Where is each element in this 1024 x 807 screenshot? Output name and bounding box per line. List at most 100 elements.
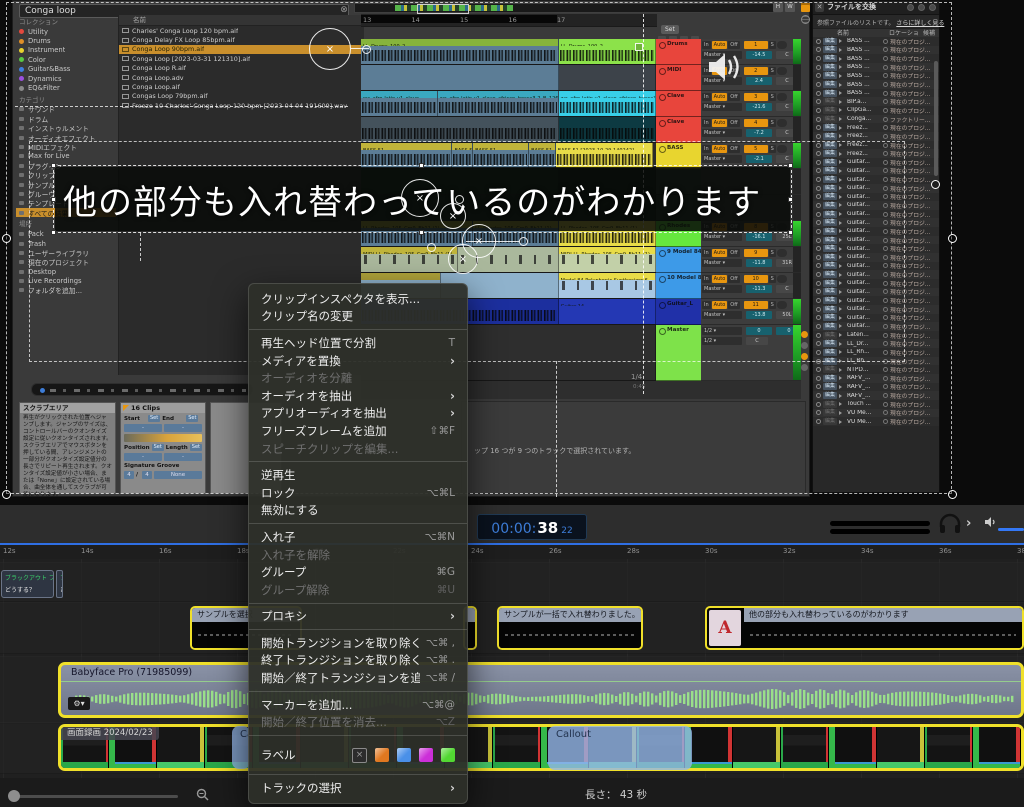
menu-shortcut: ⌘G bbox=[436, 566, 455, 578]
video-thumbnail bbox=[157, 727, 205, 768]
menu-item[interactable]: 開始トランジションを取り除く⌥⌘ , bbox=[249, 634, 467, 652]
label-swatches bbox=[352, 748, 455, 763]
menu-item[interactable]: 入れ子⌥⌘N bbox=[249, 528, 467, 546]
meter-bar bbox=[830, 521, 930, 526]
menu-item: 入れ子を解除 bbox=[249, 546, 467, 564]
caption-clip-fragment[interactable]: フ ど bbox=[56, 570, 63, 598]
clip-title: ブラックアウト フ bbox=[2, 571, 53, 582]
label-color-swatch[interactable] bbox=[441, 748, 455, 762]
menu-item[interactable]: メディアを置換 bbox=[249, 352, 467, 370]
resize-handle[interactable] bbox=[788, 163, 793, 168]
track-lane[interactable] bbox=[0, 562, 1024, 602]
close-marker-icon[interactable] bbox=[401, 179, 439, 217]
menu-item[interactable]: フリーズフレームを追加⇧⌘F bbox=[249, 422, 467, 440]
menu-item-text: 無効にする bbox=[261, 502, 455, 518]
submenu-arrow-icon bbox=[450, 610, 455, 622]
menu-item: グループ解除⌘U bbox=[249, 581, 467, 599]
resize-handle[interactable] bbox=[419, 230, 424, 235]
timecode-display[interactable]: 00:00: 38 22 bbox=[477, 514, 587, 540]
menu-item-text: 再生ヘッド位置で分割 bbox=[261, 335, 443, 351]
connector-line bbox=[351, 48, 369, 49]
label-color-swatch[interactable] bbox=[419, 748, 433, 762]
volume-icon[interactable] bbox=[984, 516, 996, 528]
menu-separator bbox=[249, 629, 467, 630]
volume-slider[interactable] bbox=[998, 528, 1024, 531]
video-clip[interactable]: 画面録画 2024/02/23 bbox=[58, 724, 1024, 771]
menu-separator bbox=[249, 329, 467, 330]
menu-item[interactable]: 終了トランジションを取り除く⌥⌘ . bbox=[249, 652, 467, 670]
next-chevron-icon[interactable] bbox=[966, 516, 971, 531]
label-none-swatch[interactable] bbox=[352, 748, 367, 763]
menu-item[interactable]: マーカーを追加...⌥⌘@ bbox=[249, 696, 467, 714]
subtitle-clip[interactable]: A 他の部分も入れ替わっているのがわかります bbox=[705, 606, 1024, 650]
timeline-tick-label: 34s bbox=[861, 547, 874, 555]
subtitle-clip[interactable]: サンプルが一括で入れ替わりました。 bbox=[497, 606, 643, 650]
menu-item[interactable]: 再生ヘッド位置で分割 T bbox=[249, 334, 467, 352]
label-color-swatch[interactable] bbox=[397, 748, 411, 762]
menu-item-text: 入れ子を解除 bbox=[261, 547, 455, 563]
menu-item[interactable]: プロキシ bbox=[249, 608, 467, 626]
resize-handle[interactable] bbox=[51, 197, 56, 202]
resize-handle[interactable] bbox=[51, 163, 56, 168]
menu-item[interactable]: オーディオを抽出 bbox=[249, 387, 467, 405]
selection-edge bbox=[15, 106, 348, 107]
video-thumbnail bbox=[733, 727, 781, 768]
menu-item[interactable]: トラックの選択 bbox=[249, 779, 467, 797]
anchor-ring-icon[interactable] bbox=[519, 237, 528, 246]
timeline-tick-label: 16s bbox=[159, 547, 172, 555]
menu-separator bbox=[249, 735, 467, 736]
timeline-tick-label: 30s bbox=[705, 547, 718, 555]
meter-bar bbox=[830, 529, 930, 534]
video-thumbnail bbox=[493, 727, 541, 768]
timeline-zoom-slider[interactable] bbox=[10, 795, 178, 798]
clip-subtitle: ど bbox=[57, 582, 63, 594]
resize-handle[interactable] bbox=[788, 197, 793, 202]
headphones-icon[interactable] bbox=[938, 513, 962, 535]
menu-item[interactable]: クリップ名の変更 bbox=[249, 308, 467, 326]
resize-handle[interactable] bbox=[51, 230, 56, 235]
selection-handle[interactable] bbox=[2, 490, 11, 499]
anchor-ring-icon[interactable] bbox=[362, 45, 371, 54]
anchor-ring-icon[interactable] bbox=[427, 243, 436, 252]
caption-clip[interactable]: ブラックアウト フ どうする？ bbox=[1, 570, 54, 598]
menu-separator bbox=[249, 691, 467, 692]
menu-item[interactable]: 無効にする bbox=[249, 502, 467, 520]
selection-handle[interactable] bbox=[948, 490, 957, 499]
zoom-slider-knob[interactable] bbox=[8, 790, 20, 802]
label-color-swatch[interactable] bbox=[375, 748, 389, 762]
menu-item-label[interactable]: ラベル bbox=[249, 740, 467, 770]
menu-item[interactable]: 開始／終了トランジションを追加⌥⌘ / bbox=[249, 669, 467, 687]
duration-label: 長さ： 43 秒 bbox=[585, 787, 647, 802]
menu-item[interactable]: 逆再生 bbox=[249, 466, 467, 484]
timeline-tick-label: 24s bbox=[471, 547, 484, 555]
audio-clip[interactable]: Babyface Pro (71985099) ⚙▾ bbox=[58, 662, 1024, 718]
menu-item[interactable]: ロック⌥⌘L bbox=[249, 484, 467, 502]
menu-item[interactable]: アプリオーディオを抽出 bbox=[249, 405, 467, 423]
menu-item[interactable]: グループ⌘G bbox=[249, 563, 467, 581]
zoom-magnifier-icon[interactable] bbox=[196, 788, 209, 801]
menu-shortcut: ⌥⌘ , bbox=[426, 637, 455, 649]
menu-separator bbox=[249, 461, 467, 462]
submenu-arrow-icon bbox=[450, 355, 455, 367]
menu-item[interactable]: クリップインスペクタを表示... bbox=[249, 290, 467, 308]
selection-handle[interactable] bbox=[2, 234, 11, 243]
anchor-ring-icon[interactable] bbox=[455, 195, 464, 204]
selection-handle[interactable] bbox=[931, 180, 940, 189]
callout-clip[interactable]: Callout bbox=[548, 726, 692, 770]
video-thumbnail bbox=[685, 727, 733, 768]
timeline-ruler[interactable]: 12s14s16s18s20s22s24s26s28s30s32s34s36s3… bbox=[0, 543, 1024, 559]
timecode-frames: 22 bbox=[561, 526, 572, 536]
trim-handle[interactable] bbox=[635, 43, 643, 51]
menu-shortcut: T bbox=[449, 337, 455, 349]
video-thumbnail bbox=[829, 727, 877, 768]
close-marker-icon[interactable] bbox=[448, 244, 478, 274]
close-marker-icon[interactable] bbox=[309, 28, 351, 70]
menu-item-text: プロキシ bbox=[261, 608, 444, 624]
text-style-icon: A bbox=[709, 610, 741, 646]
submenu-arrow-icon bbox=[450, 782, 455, 794]
resize-handle[interactable] bbox=[788, 230, 793, 235]
resize-handle[interactable] bbox=[419, 163, 424, 168]
selection-handle[interactable] bbox=[948, 234, 957, 243]
clip-actions-gear-icon[interactable]: ⚙▾ bbox=[68, 697, 90, 710]
menu-item-text: スピーチクリップを編集... bbox=[261, 441, 455, 457]
